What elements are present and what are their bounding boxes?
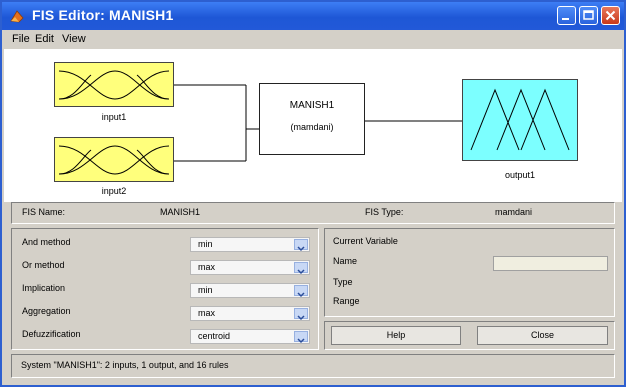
title-bar[interactable]: FIS Editor: MANISH1: [2, 2, 624, 30]
current-variable-title: Current Variable: [333, 236, 398, 246]
input2-block[interactable]: [54, 137, 174, 182]
or-method-label: Or method: [22, 260, 65, 270]
input1-label: input1: [101, 112, 127, 122]
variable-range-label: Range: [333, 296, 360, 306]
minimize-icon[interactable]: [557, 6, 576, 25]
variable-type-label: Type: [333, 277, 353, 287]
menu-bar: File Edit View: [2, 30, 624, 49]
and-method-select[interactable]: min: [190, 237, 310, 252]
defuzzification-label: Defuzzification: [22, 329, 81, 339]
close-icon[interactable]: [601, 6, 620, 25]
menu-edit[interactable]: Edit: [35, 33, 54, 45]
variable-name-label: Name: [333, 256, 358, 266]
fis-type-label: FIS Type:: [365, 207, 404, 217]
input2-label: input2: [101, 186, 127, 196]
defuzzification-select[interactable]: centroid: [190, 329, 310, 344]
menu-file[interactable]: File: [12, 33, 30, 45]
fis-info-panel: FIS Name: MANISH1 FIS Type: mamdani: [11, 202, 615, 224]
implication-select[interactable]: min: [190, 283, 310, 298]
chevron-down-icon[interactable]: [294, 239, 308, 252]
help-button[interactable]: Help: [331, 326, 461, 345]
methods-panel: And method min Or method max Implication…: [11, 228, 319, 350]
chevron-down-icon[interactable]: [294, 262, 308, 275]
close-button[interactable]: Close: [477, 326, 608, 345]
chevron-down-icon[interactable]: [294, 331, 308, 344]
fis-type-value: mamdani: [495, 207, 533, 217]
aggregation-select[interactable]: max: [190, 306, 310, 321]
and-method-label: And method: [22, 237, 71, 247]
implication-label: Implication: [22, 283, 66, 293]
menu-view[interactable]: View: [62, 33, 86, 45]
fis-name-value: MANISH1: [160, 207, 201, 217]
current-variable-panel: Current Variable Name Type Range: [324, 228, 615, 317]
output1-label: output1: [504, 170, 536, 180]
or-method-select[interactable]: max: [190, 260, 310, 275]
fis-editor-window: FIS Editor: MANISH1 File Edit View input…: [0, 0, 626, 387]
input1-block[interactable]: [54, 62, 174, 107]
button-panel: Help Close: [324, 321, 615, 350]
status-text: System "MANISH1": 2 inputs, 1 output, an…: [21, 360, 229, 370]
fis-diagram: input1 input2 MANISH1 (mamdani) output1: [4, 49, 622, 202]
status-bar: System "MANISH1": 2 inputs, 1 output, an…: [11, 354, 615, 378]
variable-name-field[interactable]: [493, 256, 608, 271]
fis-name-label: FIS Name:: [22, 207, 66, 217]
aggregation-label: Aggregation: [22, 306, 71, 316]
output1-block[interactable]: [462, 79, 578, 161]
maximize-icon[interactable]: [579, 6, 598, 25]
matlab-icon: [10, 10, 24, 23]
window-title: FIS Editor: MANISH1: [32, 7, 174, 23]
chevron-down-icon[interactable]: [294, 308, 308, 321]
system-type-label: (mamdani): [290, 122, 334, 132]
fis-system-block[interactable]: MANISH1 (mamdani): [259, 83, 365, 155]
chevron-down-icon[interactable]: [294, 285, 308, 298]
system-name-label: MANISH1: [289, 100, 335, 111]
